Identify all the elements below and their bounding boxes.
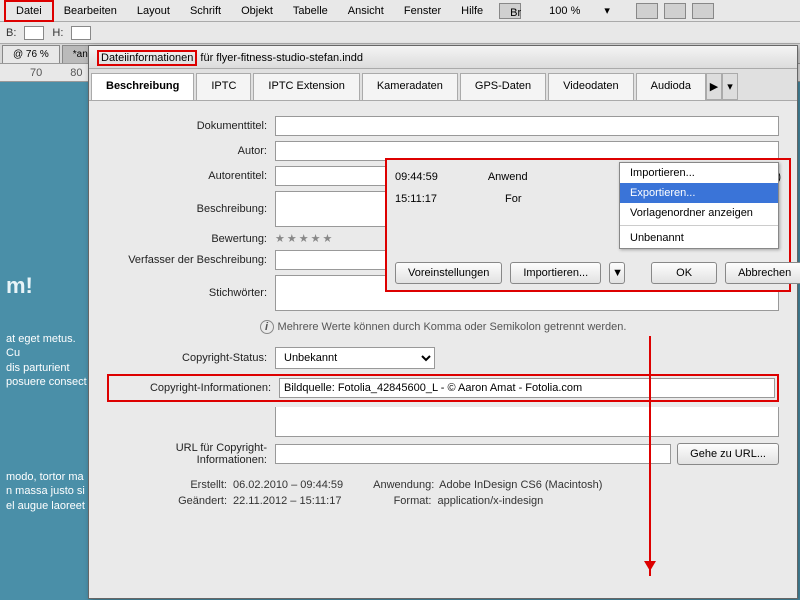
menu-tabelle[interactable]: Tabelle (283, 2, 338, 20)
tab-iptc-extension[interactable]: IPTC Extension (253, 73, 359, 100)
input-copyright-info[interactable] (279, 378, 775, 398)
screen-mode-icon[interactable] (636, 3, 658, 19)
height-label: H: (52, 27, 63, 39)
voreinstellungen-button[interactable]: Voreinstellungen (395, 262, 502, 284)
tab-gps-daten[interactable]: GPS-Daten (460, 73, 546, 100)
dialog-titlebar: Dateiinformationen für flyer-fitness-stu… (89, 46, 797, 69)
width-swatch[interactable] (24, 26, 44, 40)
doc-tab-1[interactable]: @ 76 % (2, 45, 60, 63)
tab-videodaten[interactable]: Videodaten (548, 73, 633, 100)
width-label: B: (6, 27, 16, 39)
label-verfasser: Verfasser der Beschreibung: (107, 254, 275, 266)
menu-item-exportieren[interactable]: Exportieren... (620, 183, 778, 203)
bridge-icon[interactable]: Br (499, 3, 521, 19)
info-icon: i (260, 320, 274, 334)
app-menubar: Datei Bearbeiten Layout Schrift Objekt T… (0, 0, 800, 22)
height-swatch[interactable] (71, 26, 91, 40)
annotation-arrow (649, 336, 651, 576)
label-autor: Autor: (107, 145, 275, 157)
label-copyright-url: URL für Copyright-Informationen: (107, 442, 275, 466)
dialog-tabstrip: Beschreibung IPTC IPTC Extension Kamerad… (89, 69, 797, 101)
popup-time2: 15:11:17 (395, 193, 437, 205)
ok-button[interactable]: OK (651, 262, 717, 284)
label-copyright-status: Copyright-Status: (107, 352, 275, 364)
keywords-note: iMehrere Werte können durch Komma oder S… (107, 316, 779, 342)
label-beschreibung: Beschreibung: (107, 203, 275, 215)
label-erstellt: Erstellt: (167, 479, 227, 491)
import-dropdown-menu: Importieren... Exportieren... Vorlagenor… (619, 162, 779, 249)
label-anwendung: Anwendung: (373, 479, 433, 491)
label-stichwoerter: Stichwörter: (107, 287, 275, 299)
value-format: application/x-indesign (437, 495, 543, 507)
dialog-title-prefix: Dateiinformationen (97, 50, 197, 66)
menu-objekt[interactable]: Objekt (231, 2, 283, 20)
control-bar: B: H: (0, 22, 800, 44)
metadata-block: Erstellt: 06.02.2010 – 09:44:59 Anwendung… (107, 471, 779, 507)
label-geaendert: Geändert: (167, 495, 227, 507)
input-dokumenttitel[interactable] (275, 116, 779, 136)
menu-ansicht[interactable]: Ansicht (338, 2, 394, 20)
canvas-text-2: modo, tortor man massa justo siel augue … (6, 470, 91, 513)
menu-hilfe[interactable]: Hilfe (451, 2, 493, 20)
dialog-title-suffix: für flyer-fitness-studio-stefan.indd (197, 52, 363, 64)
tab-overflow[interactable]: ▾ (722, 73, 738, 100)
label-format: Format: (371, 495, 431, 507)
tab-scroll-right[interactable]: ▶ (706, 73, 722, 100)
menu-layout[interactable]: Layout (127, 2, 180, 20)
value-geaendert: 22.11.2012 – 15:11:17 (233, 495, 341, 507)
zoom-field[interactable]: 100 % ▾ (529, 0, 630, 23)
menu-datei[interactable]: Datei (4, 0, 54, 22)
chevron-down-icon: ▾ (594, 1, 620, 20)
popup-time1: 09:44:59 (395, 171, 438, 183)
popup-anwend: Anwend (488, 171, 528, 183)
value-anwendung: Adobe InDesign CS6 (Macintosh) (439, 479, 602, 491)
menu-item-vorlagen[interactable]: Vorlagenordner anzeigen (620, 203, 778, 223)
label-autorentitel: Autorentitel: (107, 170, 275, 182)
menu-fenster[interactable]: Fenster (394, 2, 451, 20)
abbrechen-button[interactable]: Abbrechen (725, 262, 800, 284)
input-copyright-url[interactable] (275, 444, 671, 464)
tab-beschreibung[interactable]: Beschreibung (91, 73, 194, 100)
import-export-popup: 09:44:59 Anwend osh) 15:11:17 For Import… (385, 158, 791, 292)
canvas-head: m! (6, 272, 86, 301)
popup-for: For (505, 193, 522, 205)
value-erstellt: 06.02.2010 – 09:44:59 (233, 479, 343, 491)
goto-url-button[interactable]: Gehe zu URL... (677, 443, 779, 465)
rating-stars[interactable]: ★★★★★ (275, 232, 332, 245)
tab-iptc[interactable]: IPTC (196, 73, 251, 100)
importieren-dropdown-button[interactable]: ▼ (609, 262, 625, 284)
menu-item-unbenannt[interactable]: Unbenannt (620, 228, 778, 248)
label-bewertung: Bewertung: (107, 233, 275, 245)
menu-bearbeiten[interactable]: Bearbeiten (54, 2, 127, 20)
tab-audiodaten[interactable]: Audioda (636, 73, 706, 100)
label-dokumenttitel: Dokumenttitel: (107, 120, 275, 132)
file-info-dialog: Dateiinformationen für flyer-fitness-stu… (88, 45, 798, 599)
arrange-icon[interactable] (692, 3, 714, 19)
menu-item-importieren[interactable]: Importieren... (620, 163, 778, 183)
menu-schrift[interactable]: Schrift (180, 2, 231, 20)
select-copyright-status[interactable]: Unbekannt (275, 347, 435, 369)
canvas-text: at eget metus. Cudis parturientposuere c… (6, 332, 91, 389)
input-copyright-info-extra[interactable] (275, 407, 779, 437)
importieren-button[interactable]: Importieren... (510, 262, 601, 284)
view-options-icon[interactable] (664, 3, 686, 19)
label-copyright-info: Copyright-Informationen: (111, 382, 279, 394)
popup-button-row: Voreinstellungen Importieren... ▼ OK Abb… (387, 256, 789, 290)
tab-kameradaten[interactable]: Kameradaten (362, 73, 458, 100)
